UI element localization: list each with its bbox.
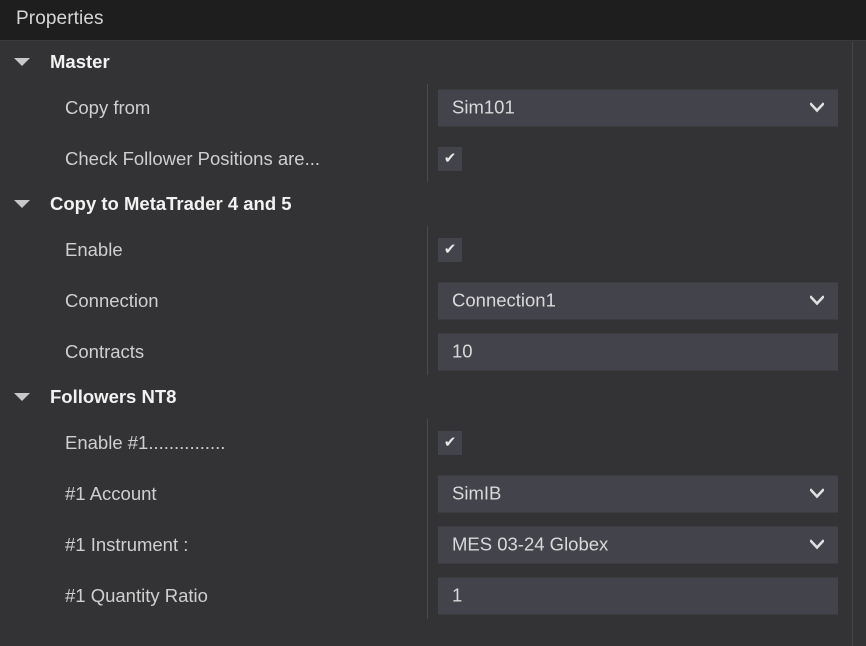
property-value: 1	[438, 577, 838, 614]
property-value: ✔	[438, 237, 462, 262]
property-rows: Enable ✔ Connection Connection1 Contracts 10	[0, 224, 866, 377]
triangle-down-icon[interactable]	[14, 58, 30, 66]
panel-right-divider	[852, 42, 853, 646]
property-value: Sim101	[438, 89, 838, 126]
properties-scroll-body[interactable]: Master Copy from Sim101 Check Follower Posi…	[0, 42, 866, 646]
property-group-copy-to-metatrader-4-and-5: Copy to MetaTrader 4 and 5 Enable ✔ Connect…	[0, 184, 866, 377]
group-title: Followers NT8	[50, 386, 177, 407]
triangle-down-icon[interactable]	[14, 393, 30, 401]
field-value: 10	[452, 340, 473, 362]
property-label-enable-1: Enable #1...............	[65, 431, 226, 453]
chevron-down-icon[interactable]	[810, 295, 824, 306]
triangle-down-icon[interactable]	[14, 200, 30, 208]
properties-titlebar: Properties	[0, 0, 866, 41]
textfield-contracts[interactable]: 10	[438, 333, 838, 370]
property-rows: Enable #1............... ✔ #1 Account SimIB…	[0, 417, 866, 621]
property-group-master: Master Copy from Sim101 Check Follower Posi…	[0, 42, 866, 184]
property-label-copy-from: Copy from	[65, 96, 151, 118]
check-icon: ✔	[443, 240, 457, 258]
checkbox-check-follower-positions-are[interactable]: ✔	[438, 146, 462, 171]
property-value: ✔	[438, 430, 462, 455]
property-row: #1 Account SimIB	[0, 468, 866, 519]
field-value: 1	[452, 584, 463, 606]
group-header-followers-nt8[interactable]: Followers NT8	[0, 377, 866, 417]
property-label-1-instrument: #1 Instrument :	[65, 533, 189, 555]
property-row: Enable ✔	[0, 224, 866, 275]
property-row: Copy from Sim101	[0, 82, 866, 133]
property-label-enable: Enable	[65, 238, 123, 260]
property-label-connection: Connection	[65, 289, 159, 311]
property-label-1-account: #1 Account	[65, 482, 157, 504]
combobox-1-account[interactable]: SimIB	[438, 475, 838, 512]
group-title: Master	[50, 51, 110, 72]
field-value: Sim101	[452, 96, 515, 118]
combobox-1-instrument[interactable]: MES 03-24 Globex	[438, 526, 838, 563]
chevron-down-icon[interactable]	[810, 488, 824, 499]
property-value: Connection1	[438, 282, 838, 319]
field-value: MES 03-24 Globex	[452, 533, 609, 555]
property-rows: Copy from Sim101 Check Follower Positions …	[0, 82, 866, 184]
property-label-check-follower-positions-are: Check Follower Positions are...	[65, 147, 320, 169]
group-header-master[interactable]: Master	[0, 42, 866, 82]
property-value: ✔	[438, 146, 462, 171]
property-label-1-quantity-ratio: #1 Quantity Ratio	[65, 584, 208, 606]
textfield-1-quantity-ratio[interactable]: 1	[438, 577, 838, 614]
combobox-connection[interactable]: Connection1	[438, 282, 838, 319]
property-row: #1 Instrument : MES 03-24 Globex	[0, 519, 866, 570]
property-groups: Master Copy from Sim101 Check Follower Posi…	[0, 42, 866, 621]
properties-panel: Properties Master Copy from Sim101 Check Fo…	[0, 0, 866, 646]
group-title: Copy to MetaTrader 4 and 5	[50, 193, 292, 214]
property-value: SimIB	[438, 475, 838, 512]
field-value: SimIB	[452, 482, 502, 504]
checkbox-enable-1[interactable]: ✔	[438, 430, 462, 455]
property-value: 10	[438, 333, 838, 370]
property-value: MES 03-24 Globex	[438, 526, 838, 563]
group-header-copy-to-metatrader-4-and-5[interactable]: Copy to MetaTrader 4 and 5	[0, 184, 866, 224]
property-row: Check Follower Positions are... ✔	[0, 133, 866, 184]
check-icon: ✔	[443, 149, 457, 167]
property-row: #1 Quantity Ratio 1	[0, 570, 866, 621]
property-row: Contracts 10	[0, 326, 866, 377]
chevron-down-icon[interactable]	[810, 539, 824, 550]
page-title: Properties	[16, 8, 104, 29]
checkbox-enable[interactable]: ✔	[438, 237, 462, 262]
field-value: Connection1	[452, 289, 556, 311]
property-label-contracts: Contracts	[65, 340, 145, 362]
property-row: Enable #1............... ✔	[0, 417, 866, 468]
property-group-followers-nt8: Followers NT8 Enable #1............... ✔ #1…	[0, 377, 866, 621]
combobox-copy-from[interactable]: Sim101	[438, 89, 838, 126]
property-row: Connection Connection1	[0, 275, 866, 326]
chevron-down-icon[interactable]	[810, 102, 824, 113]
check-icon: ✔	[443, 433, 457, 451]
